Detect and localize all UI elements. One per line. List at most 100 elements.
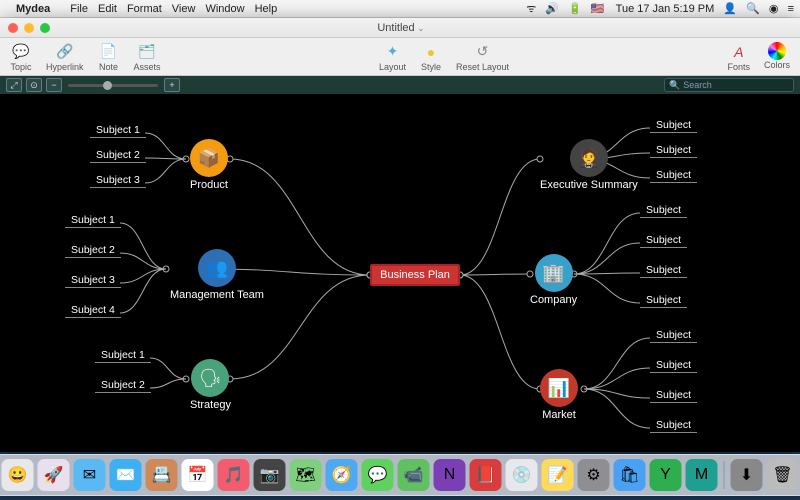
- zoom-btn-2[interactable]: −: [46, 78, 62, 92]
- dock-app-11[interactable]: 📹: [398, 459, 430, 491]
- dock: 😀🚀✉︎✉️📇📅🎵📷🗺🧭💬📹N📕💿📝⚙︎🛍YM ⬇︎ 🗑: [0, 454, 800, 496]
- subject-company-3[interactable]: Subject: [640, 294, 687, 308]
- node-market[interactable]: 📊Market: [540, 369, 578, 421]
- style-icon: ●: [420, 42, 442, 62]
- subject-mgmt-3[interactable]: Subject 4: [65, 304, 121, 318]
- product-label: Product: [190, 179, 228, 191]
- dock-app-0[interactable]: 😀: [2, 459, 34, 491]
- subject-market-2[interactable]: Subject: [650, 389, 697, 403]
- zoom-bar: ⤢ ⊙− + 🔍Search: [0, 76, 800, 94]
- dock-app-15[interactable]: 📝: [542, 459, 574, 491]
- node-product[interactable]: 📦Product: [190, 139, 228, 191]
- subject-product-2[interactable]: Subject 3: [90, 174, 146, 188]
- notification-center-icon[interactable]: ≡: [788, 3, 794, 15]
- hyperlink-icon: 🔗: [54, 42, 76, 62]
- dock-app-12[interactable]: N: [434, 459, 466, 491]
- zoom-slider[interactable]: [68, 84, 158, 87]
- subject-exec-2[interactable]: Subject: [650, 169, 697, 183]
- mindmap-canvas[interactable]: Business Plan 📦Product Subject 1 Subject 2…: [0, 94, 800, 452]
- dock-app-2[interactable]: ✉︎: [74, 459, 106, 491]
- subject-market-1[interactable]: Subject: [650, 359, 697, 373]
- close-icon[interactable]: [8, 23, 18, 33]
- menu-format[interactable]: Format: [127, 3, 162, 15]
- zoom-btn-1[interactable]: ⊙: [26, 78, 42, 92]
- clock[interactable]: Tue 17 Jan 5:19 PM: [616, 3, 715, 15]
- dock-app-9[interactable]: 🧭: [326, 459, 358, 491]
- input-source-icon[interactable]: 🇺🇸: [591, 3, 605, 15]
- colors-button[interactable]: Colors: [764, 42, 790, 72]
- wifi-icon[interactable]: ᯤ: [526, 3, 536, 15]
- dock-downloads[interactable]: ⬇︎: [731, 459, 763, 491]
- subject-strategy-0[interactable]: Subject 1: [95, 349, 151, 363]
- dock-app-18[interactable]: Y: [650, 459, 682, 491]
- subject-strategy-1[interactable]: Subject 2: [95, 379, 151, 393]
- node-mgmt[interactable]: 👥Management Team: [170, 249, 264, 301]
- app-window: Untitled 💬Topic 🔗Hyperlink 📄Note 🗂Assets ✦L…: [0, 18, 800, 452]
- dock-app-3[interactable]: ✉️: [110, 459, 142, 491]
- layout-button[interactable]: ✦Layout: [379, 42, 406, 72]
- siri-icon[interactable]: ◉: [769, 3, 779, 15]
- subject-product-1[interactable]: Subject 2: [90, 149, 146, 163]
- user-icon[interactable]: 👤: [723, 3, 737, 15]
- dock-trash[interactable]: 🗑: [767, 459, 799, 491]
- subject-company-2[interactable]: Subject: [640, 264, 687, 278]
- reset-label: Reset Layout: [456, 62, 509, 72]
- app-name[interactable]: Mydea: [16, 3, 50, 15]
- note-label: Note: [99, 62, 118, 72]
- dock-app-6[interactable]: 🎵: [218, 459, 250, 491]
- subject-market-0[interactable]: Subject: [650, 329, 697, 343]
- fonts-button[interactable]: AFonts: [727, 42, 750, 72]
- spotlight-icon[interactable]: 🔍: [746, 3, 760, 15]
- dock-app-7[interactable]: 📷: [254, 459, 286, 491]
- hyperlink-button[interactable]: 🔗Hyperlink: [46, 42, 84, 72]
- zoom-in-button[interactable]: +: [164, 78, 180, 92]
- menu-edit[interactable]: Edit: [98, 3, 117, 15]
- subject-product-0[interactable]: Subject 1: [90, 124, 146, 138]
- subject-mgmt-0[interactable]: Subject 1: [65, 214, 121, 228]
- subject-company-1[interactable]: Subject: [640, 234, 687, 248]
- topic-button[interactable]: 💬Topic: [10, 42, 32, 72]
- subject-company-0[interactable]: Subject: [640, 204, 687, 218]
- node-strategy[interactable]: 🗣Strategy: [190, 359, 231, 411]
- battery-icon[interactable]: 🔋: [568, 3, 582, 15]
- volume-icon[interactable]: 🔊: [545, 3, 559, 15]
- dock-app-4[interactable]: 📇: [146, 459, 178, 491]
- reset-button[interactable]: ↺Reset Layout: [456, 42, 509, 72]
- search-input[interactable]: 🔍Search: [664, 78, 794, 92]
- menu-view[interactable]: View: [172, 3, 196, 15]
- central-topic[interactable]: Business Plan: [370, 264, 460, 286]
- dock-app-17[interactable]: 🛍: [614, 459, 646, 491]
- dock-app-16[interactable]: ⚙︎: [578, 459, 610, 491]
- strategy-icon: 🗣: [191, 359, 229, 397]
- subject-exec-0[interactable]: Subject: [650, 119, 697, 133]
- menu-window[interactable]: Window: [205, 3, 244, 15]
- dock-app-5[interactable]: 📅: [182, 459, 214, 491]
- assets-icon: 🗂: [136, 42, 158, 62]
- dock-app-1[interactable]: 🚀: [38, 459, 70, 491]
- style-button[interactable]: ●Style: [420, 42, 442, 72]
- hyperlink-label: Hyperlink: [46, 62, 84, 72]
- document-title[interactable]: Untitled: [50, 22, 752, 34]
- zoom-icon[interactable]: [40, 23, 50, 33]
- node-exec[interactable]: 🤵Executive Summary: [540, 139, 638, 191]
- menu-file[interactable]: File: [70, 3, 88, 15]
- window-controls: [8, 23, 50, 33]
- topic-label: Topic: [10, 62, 31, 72]
- dock-app-19[interactable]: M: [686, 459, 718, 491]
- note-button[interactable]: 📄Note: [98, 42, 120, 72]
- dock-app-8[interactable]: 🗺: [290, 459, 322, 491]
- subject-mgmt-2[interactable]: Subject 3: [65, 274, 121, 288]
- subject-mgmt-1[interactable]: Subject 2: [65, 244, 121, 258]
- exec-label: Executive Summary: [540, 179, 638, 191]
- assets-button[interactable]: 🗂Assets: [134, 42, 161, 72]
- zoom-btn-0[interactable]: ⤢: [6, 78, 22, 92]
- dock-app-10[interactable]: 💬: [362, 459, 394, 491]
- dock-app-13[interactable]: 📕: [470, 459, 502, 491]
- minimize-icon[interactable]: [24, 23, 34, 33]
- dock-app-14[interactable]: 💿: [506, 459, 538, 491]
- subject-market-3[interactable]: Subject: [650, 419, 697, 433]
- node-company[interactable]: 🏢Company: [530, 254, 577, 306]
- mgmt-icon: 👥: [198, 249, 236, 287]
- subject-exec-1[interactable]: Subject: [650, 144, 697, 158]
- menu-help[interactable]: Help: [255, 3, 278, 15]
